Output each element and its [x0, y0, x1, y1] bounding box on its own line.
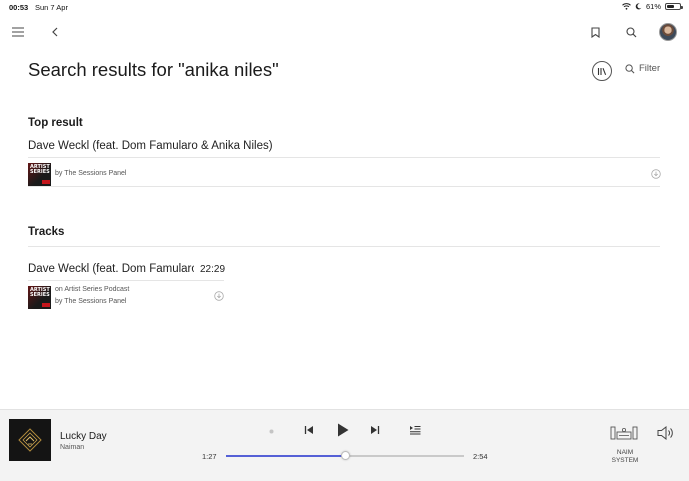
- status-date: Sun 7 Apr: [35, 3, 68, 12]
- play-icon: [338, 423, 349, 437]
- system-label-line1: NAIM: [616, 449, 634, 456]
- divider: [28, 157, 660, 158]
- chevron-left-icon: [52, 27, 58, 37]
- top-result-artwork[interactable]: ARTIST SERIES: [28, 163, 51, 186]
- battery-percentage: 61%: [645, 2, 661, 11]
- divider: [28, 246, 660, 247]
- moon-icon: [635, 3, 642, 10]
- naim-system-label: NAIM SYSTEM: [606, 449, 644, 465]
- top-result-by-line: by The Sessions Panel: [55, 170, 127, 177]
- next-track-button[interactable]: [368, 423, 382, 437]
- page-title: Search results for "anika niles": [28, 59, 279, 80]
- skip-next-icon: [371, 426, 380, 434]
- top-result-title[interactable]: Dave Weckl (feat. Dom Famularo & Anika N…: [28, 140, 273, 152]
- status-time: 00:53: [9, 3, 29, 12]
- now-playing-artwork[interactable]: [9, 419, 51, 461]
- now-playing-artist: Naiman: [60, 444, 85, 451]
- play-button[interactable]: [334, 421, 352, 439]
- wifi-icon: [622, 3, 631, 10]
- queue-icon: [410, 426, 421, 435]
- artwork-text: ARTIST SERIES: [30, 164, 50, 175]
- bookmark-icon: [590, 26, 600, 38]
- track-duration: 22:29: [200, 264, 226, 275]
- track-title: Dave Weckl (feat. Dom Famularo: [28, 263, 194, 275]
- radio-mode-button[interactable]: [266, 426, 276, 436]
- track-artwork[interactable]: ARTIST SERIES: [28, 286, 51, 309]
- previous-track-button[interactable]: [302, 423, 316, 437]
- search-icon: [625, 26, 636, 37]
- back-button[interactable]: [47, 25, 63, 39]
- progress-slider[interactable]: [226, 451, 464, 460]
- skip-previous-icon: [304, 426, 313, 434]
- library-button[interactable]: [592, 61, 612, 81]
- download-icon[interactable]: [214, 291, 224, 301]
- top-result-heading: Top result: [28, 117, 83, 129]
- album-emblem-icon: [18, 428, 42, 452]
- naim-system-button[interactable]: [609, 425, 639, 441]
- hamburger-menu-icon[interactable]: [10, 25, 26, 39]
- now-playing-title: Lucky Day: [60, 431, 107, 442]
- divider: [28, 280, 224, 281]
- elapsed-time: 1:27: [202, 452, 217, 461]
- system-label-line2: SYSTEM: [611, 457, 639, 464]
- volume-button[interactable]: [656, 424, 676, 442]
- status-indicators: 61%: [622, 2, 683, 11]
- artwork-text: ARTIST SERIES: [30, 287, 50, 298]
- speaker-volume-icon: [657, 426, 673, 440]
- divider: [28, 186, 660, 187]
- battery-icon: [665, 3, 683, 10]
- now-playing-bar: Lucky Day Naiman 1:27 2:54 NAIM SYSTEM: [0, 409, 689, 481]
- bookmark-button[interactable]: [588, 25, 602, 39]
- tracks-heading: Tracks: [28, 226, 65, 238]
- dot-icon: [269, 429, 273, 433]
- progress-fill: [226, 455, 345, 457]
- search-button[interactable]: [624, 25, 638, 39]
- filter-label: Filter: [639, 63, 661, 74]
- filter-button[interactable]: Filter: [625, 63, 660, 74]
- track-by-line: by The Sessions Panel: [55, 298, 127, 305]
- avatar[interactable]: [659, 23, 677, 41]
- total-time: 2:54: [473, 452, 488, 461]
- library-icon: [597, 67, 607, 75]
- status-bar: 00:53 Sun 7 Apr 61%: [0, 0, 689, 14]
- hifi-system-icon: [610, 426, 638, 440]
- track-source-line: on Artist Series Podcast: [55, 286, 130, 293]
- progress-knob[interactable]: [341, 451, 350, 460]
- queue-button[interactable]: [408, 423, 422, 437]
- search-icon: [625, 63, 635, 73]
- download-icon[interactable]: [651, 169, 661, 179]
